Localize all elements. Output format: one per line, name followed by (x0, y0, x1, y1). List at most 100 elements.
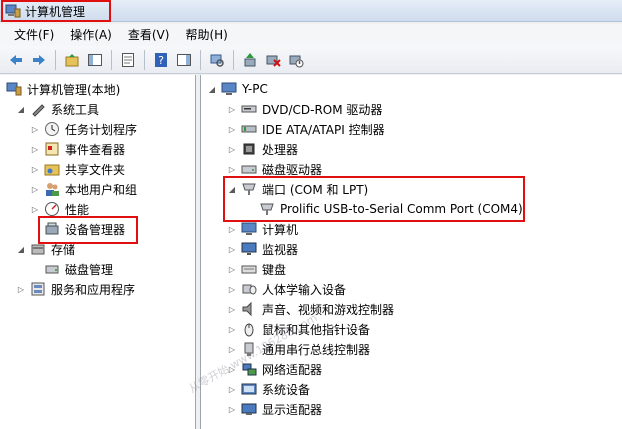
device-category-hid[interactable]: ▷ 人体学输入设备 (227, 279, 346, 299)
expand-arrow-icon[interactable]: ▷ (30, 144, 40, 154)
device-category-processor[interactable]: ▷ 处理器 (227, 139, 298, 159)
device-label: IDE ATA/ATAPI 控制器 (262, 122, 385, 137)
uninstall-button[interactable] (263, 50, 283, 70)
expand-arrow-icon[interactable]: ▷ (227, 224, 237, 234)
scan-hardware-button[interactable] (207, 50, 227, 70)
expand-arrow-icon[interactable]: ▷ (227, 264, 237, 274)
device-category-computer[interactable]: ▷ 计算机 (227, 219, 298, 239)
menu-view[interactable]: 查看(V) (120, 24, 178, 46)
event-viewer-icon (45, 142, 59, 156)
expand-arrow-icon[interactable]: ▷ (30, 204, 40, 214)
device-category-display[interactable]: ▷ 显示适配器 (227, 399, 322, 419)
tree-item-event-viewer[interactable]: ▷ 事件查看器 (30, 139, 125, 159)
expand-arrow-icon[interactable]: ▷ (227, 144, 237, 154)
uninstall-icon (266, 55, 281, 67)
window-title: 计算机管理 (25, 4, 86, 19)
device-label: 系统设备 (262, 382, 311, 397)
disk-mgmt-icon (45, 265, 59, 274)
tree-item-local-users-groups[interactable]: ▷ 本地用户和组 (30, 179, 137, 199)
expand-arrow-icon[interactable]: ▷ (30, 184, 40, 194)
tree-item-services-applications[interactable]: ▷ 服务和应用程序 (16, 279, 135, 299)
properties-button[interactable] (118, 50, 138, 70)
device-label: 网络适配器 (262, 362, 323, 377)
device-category-system[interactable]: ▷ 系统设备 (227, 379, 310, 399)
computer-mgmt-icon (5, 4, 21, 18)
device-label: 监视器 (262, 242, 299, 257)
tree-item-disk-management[interactable]: 磁盘管理 (44, 259, 113, 279)
tree-item-computer-management[interactable]: 计算机管理(本地) (6, 79, 120, 99)
forward-button[interactable] (29, 50, 49, 70)
tree-item-system-tools[interactable]: ◢ 系统工具 (16, 99, 99, 119)
performance-icon (45, 202, 59, 216)
collapse-arrow-icon[interactable]: ◢ (16, 104, 26, 114)
expand-arrow-icon[interactable]: ▷ (227, 104, 237, 114)
toolbar-separator (233, 49, 234, 70)
expand-arrow-icon[interactable]: ▷ (227, 404, 237, 414)
expand-arrow-icon[interactable]: ▷ (16, 284, 26, 294)
action-pane-icon (177, 53, 191, 66)
root-label: Y-PC (242, 82, 268, 96)
expand-arrow-icon[interactable]: ▷ (227, 124, 237, 134)
device-category-keyboards[interactable]: ▷ 键盘 (227, 259, 286, 279)
tree-item-task-scheduler[interactable]: ▷ 任务计划程序 (30, 119, 137, 139)
expand-arrow-icon[interactable]: ▷ (227, 384, 237, 394)
disk-icon (241, 165, 257, 174)
device-label: 声音、视频和游戏控制器 (262, 302, 395, 317)
device-label: 处理器 (262, 142, 299, 157)
tree-item-label: 任务计划程序 (65, 122, 138, 137)
tree-item-label: 系统工具 (51, 102, 100, 117)
tree-item-label: 服务和应用程序 (51, 282, 136, 297)
tree-view-icon (88, 53, 102, 66)
back-button[interactable] (6, 50, 26, 70)
show-hide-tree-button[interactable] (85, 50, 105, 70)
up-button[interactable] (62, 50, 82, 70)
system-device-icon (241, 383, 257, 395)
action-pane-button[interactable] (174, 50, 194, 70)
expand-arrow-icon[interactable]: ▷ (30, 164, 40, 174)
dvd-icon (241, 105, 257, 113)
ports-highlight (223, 176, 525, 222)
clock-icon (45, 122, 59, 136)
scan-hardware-icon (210, 54, 224, 67)
device-label: 人体学输入设备 (262, 282, 347, 297)
expand-arrow-icon[interactable]: ▷ (30, 124, 40, 134)
device-category-dvd[interactable]: ▷ DVD/CD-ROM 驱动器 (227, 99, 383, 119)
device-category-ide[interactable]: ▷ IDE ATA/ATAPI 控制器 (227, 119, 385, 139)
monitor-icon (241, 242, 257, 255)
tree-item-label: 磁盘管理 (65, 262, 114, 277)
device-label: 磁盘驱动器 (262, 162, 323, 177)
computer-mgmt-icon (6, 82, 22, 96)
tree-item-label: 计算机管理(本地) (27, 82, 121, 97)
update-driver-button[interactable] (240, 50, 260, 70)
expand-arrow-icon[interactable]: ▷ (227, 284, 237, 294)
title-highlight: 计算机管理 (1, 0, 111, 22)
tree-item-shared-folders[interactable]: ▷ 共享文件夹 (30, 159, 125, 179)
menu-help[interactable]: 帮助(H) (177, 24, 235, 46)
expand-arrow-icon[interactable]: ▷ (227, 324, 237, 334)
expand-arrow-icon[interactable]: ▷ (227, 244, 237, 254)
device-tree-pane: ◢ Y-PC ▷ DVD/CD-ROM 驱动器 ▷ IDE ATA/ATAPI … (200, 75, 622, 429)
forward-arrow-icon (33, 54, 45, 65)
collapse-arrow-icon[interactable]: ◢ (207, 84, 217, 94)
shared-folder-icon (44, 164, 60, 176)
toolbar: ? (0, 46, 622, 74)
toolbar-separator (55, 49, 56, 70)
disable-icon (289, 55, 304, 67)
device-label: 键盘 (262, 262, 287, 277)
expand-arrow-icon[interactable]: ▷ (227, 304, 237, 314)
menu-file[interactable]: 文件(F) (0, 24, 62, 46)
device-manager-highlight (38, 216, 138, 244)
device-root[interactable]: ◢ Y-PC (207, 79, 268, 99)
hid-icon (242, 284, 257, 295)
device-label: DVD/CD-ROM 驱动器 (262, 102, 383, 117)
disable-button[interactable] (286, 50, 306, 70)
collapse-arrow-icon[interactable]: ◢ (16, 244, 26, 254)
toolbar-separator (144, 49, 145, 70)
help-button[interactable]: ? (151, 50, 171, 70)
toolbar-separator (200, 49, 201, 70)
tree-item-label: 事件查看器 (65, 142, 126, 157)
menu-action[interactable]: 操作(A) (62, 24, 120, 46)
device-category-monitors[interactable]: ▷ 监视器 (227, 239, 298, 259)
expand-arrow-icon[interactable]: ▷ (227, 164, 237, 174)
computer-icon (241, 222, 257, 235)
